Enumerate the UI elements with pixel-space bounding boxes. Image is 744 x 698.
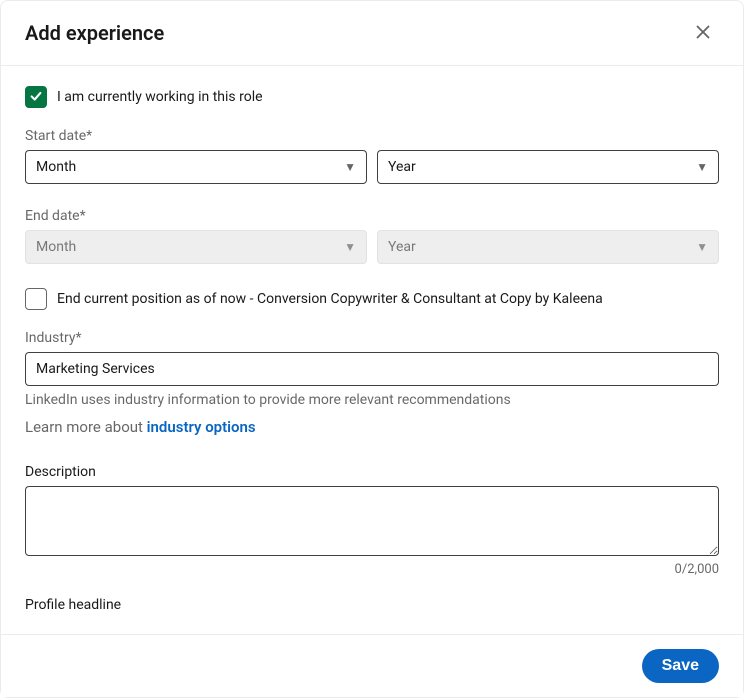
end-current-checkbox[interactable]	[25, 288, 47, 310]
checkmark-icon	[29, 88, 43, 107]
modal-body: I am currently working in this role Star…	[1, 66, 743, 634]
start-date-label: Start date*	[25, 128, 719, 144]
caret-down-icon: ▼	[696, 240, 708, 254]
start-date-section: Start date* Month ▼ Year ▼	[25, 128, 719, 184]
industry-label: Industry*	[25, 330, 719, 346]
caret-down-icon: ▼	[344, 240, 356, 254]
close-button[interactable]	[687, 17, 719, 49]
profile-headline-section: Profile headline	[25, 597, 719, 613]
industry-learn: Learn more about industry options	[25, 418, 719, 436]
end-year-select: Year ▼	[377, 230, 719, 264]
description-section: Description 0/2,000	[25, 464, 719, 577]
end-date-row: Month ▼ Year ▼	[25, 230, 719, 264]
add-experience-modal: Add experience I am currently working in…	[0, 0, 744, 698]
description-label: Description	[25, 464, 719, 480]
end-current-label: End current position as of now - Convers…	[57, 291, 603, 307]
modal-title: Add experience	[25, 21, 164, 45]
modal-footer: Save	[1, 634, 743, 697]
modal-header: Add experience	[1, 1, 743, 66]
description-textarea[interactable]	[25, 486, 719, 556]
end-month-select: Month ▼	[25, 230, 367, 264]
current-role-label: I am currently working in this role	[57, 89, 263, 105]
learn-prefix: Learn more about	[25, 418, 147, 436]
industry-options-link[interactable]: industry options	[147, 418, 256, 436]
current-role-checkbox[interactable]	[25, 86, 47, 108]
close-icon	[692, 21, 714, 46]
start-month-value: Month	[36, 159, 76, 175]
profile-headline-label: Profile headline	[25, 597, 719, 613]
start-year-select[interactable]: Year ▼	[377, 150, 719, 184]
start-date-row: Month ▼ Year ▼	[25, 150, 719, 184]
end-year-value: Year	[388, 239, 416, 255]
current-role-row: I am currently working in this role	[25, 86, 719, 108]
description-counter: 0/2,000	[25, 562, 719, 577]
start-month-select[interactable]: Month ▼	[25, 150, 367, 184]
end-current-row: End current position as of now - Convers…	[25, 288, 719, 310]
industry-input[interactable]	[25, 352, 719, 386]
industry-section: Industry* LinkedIn uses industry informa…	[25, 330, 719, 436]
save-button[interactable]: Save	[642, 649, 719, 683]
start-year-value: Year	[388, 159, 416, 175]
caret-down-icon: ▼	[344, 160, 356, 174]
caret-down-icon: ▼	[696, 160, 708, 174]
end-date-section: End date* Month ▼ Year ▼	[25, 208, 719, 264]
end-date-label: End date*	[25, 208, 719, 224]
end-month-value: Month	[36, 239, 76, 255]
industry-helper: LinkedIn uses industry information to pr…	[25, 392, 719, 408]
